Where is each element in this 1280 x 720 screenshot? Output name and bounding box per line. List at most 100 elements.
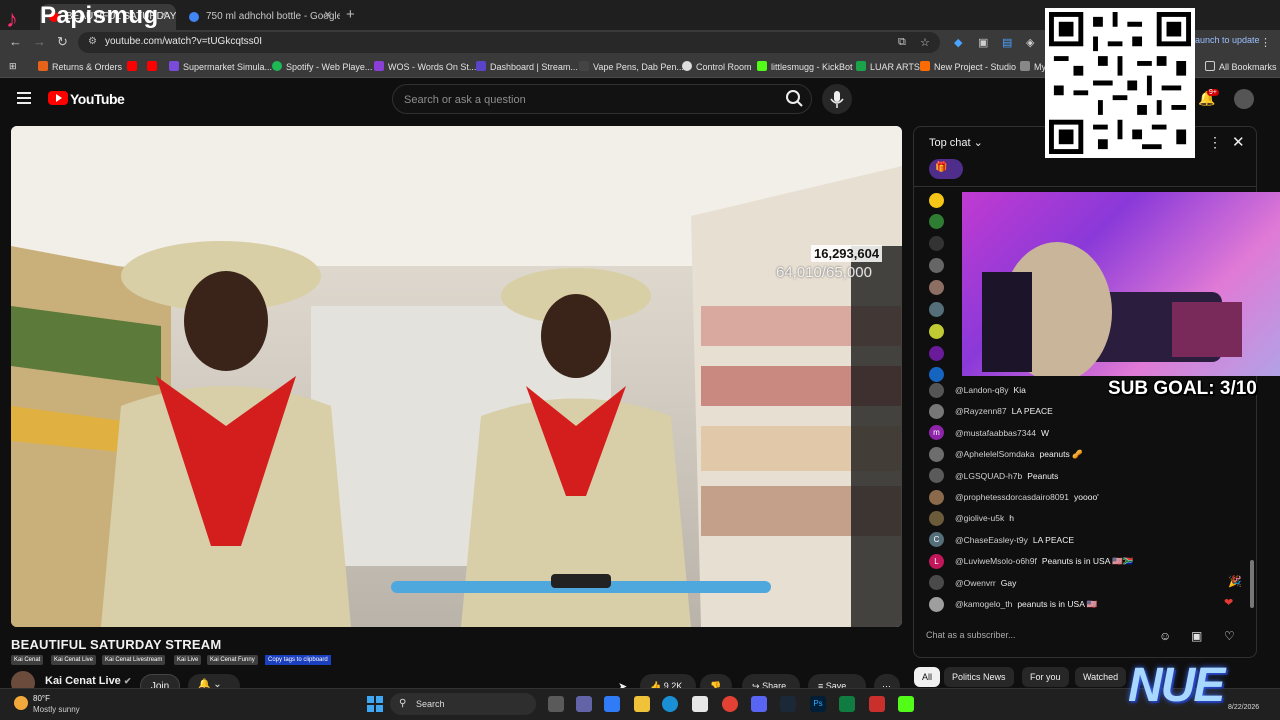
- chat-author-avatar[interactable]: [929, 575, 944, 591]
- file-explorer-icon[interactable]: [634, 696, 650, 712]
- bookmark-returns[interactable]: Returns & Orders: [38, 61, 122, 72]
- video-tag[interactable]: Kai Cenat Live: [51, 655, 97, 665]
- youtube-bookmark-icon[interactable]: [147, 61, 161, 72]
- chat-author-name[interactable]: @Rayzenn87: [955, 406, 1007, 416]
- search-button[interactable]: [781, 86, 809, 112]
- copilot-icon[interactable]: [604, 696, 620, 712]
- chat-author-avatar[interactable]: [929, 382, 944, 398]
- chat-message[interactable]: @kamogelo_th peanuts is in USA 🇺🇸: [929, 594, 1097, 614]
- chat-author-avatar[interactable]: [929, 236, 944, 251]
- teams-icon[interactable]: [576, 696, 592, 712]
- chat-author-name[interactable]: @LuviweMsolo-o6h9f: [955, 556, 1037, 566]
- copy-tags-button[interactable]: Copy tags to clipboard: [265, 655, 331, 665]
- youtube-bookmark-icon[interactable]: [127, 61, 141, 72]
- extension-icon[interactable]: ▤: [1002, 36, 1012, 49]
- video-tag[interactable]: Kai Cenat Funny: [207, 655, 258, 665]
- video-tag[interactable]: Kai Cenat: [11, 655, 44, 665]
- chip-for-you[interactable]: For you: [1022, 667, 1069, 687]
- chat-author-name[interactable]: @LGSQUAD-h7b: [955, 471, 1022, 481]
- chat-message[interactable]: @AphelelelSomdaka peanuts 🥜: [929, 444, 1083, 464]
- chat-author-avatar[interactable]: [929, 403, 944, 419]
- chat-author-avatar[interactable]: [929, 510, 944, 526]
- chat-message[interactable]: @Landon-q8y Kia: [929, 380, 1026, 400]
- chat-author-name[interactable]: @giolive-u5k: [955, 513, 1004, 523]
- account-avatar[interactable]: [1234, 89, 1254, 109]
- super-chat-icon[interactable]: ▣: [1191, 629, 1202, 643]
- chat-input[interactable]: Chat as a subscriber...: [926, 626, 1158, 646]
- chat-author-avatar[interactable]: m: [929, 425, 944, 441]
- chat-author-avatar[interactable]: [929, 324, 944, 339]
- pinned-gift-badge[interactable]: 🎁: [929, 159, 963, 179]
- bookmark-supermarket[interactable]: Supermarket Simula...: [169, 61, 272, 72]
- channel-name[interactable]: Kai Cenat Live ✔: [45, 675, 131, 687]
- bookmark-spotify[interactable]: Spotify - Web Playe...: [272, 61, 372, 72]
- bookmark-control-room[interactable]: Control Room: [682, 61, 752, 72]
- search-input[interactable]: Search or ask a question: [392, 84, 812, 114]
- kick-icon[interactable]: [898, 696, 914, 712]
- chat-author-avatar[interactable]: [929, 302, 944, 317]
- chat-scrollbar[interactable]: [1250, 560, 1254, 608]
- task-view-icon[interactable]: [548, 696, 564, 712]
- chat-author-avatar[interactable]: [929, 258, 944, 273]
- video-tag[interactable]: Kai Cenat Livestream: [102, 655, 166, 665]
- chat-author-avatar[interactable]: [929, 193, 944, 208]
- close-icon[interactable]: ✕: [1232, 133, 1245, 151]
- bookmark-star-icon[interactable]: ☆: [920, 36, 930, 49]
- bookmark-luar-arts[interactable]: LUAR ARTS: [856, 61, 920, 72]
- chat-author-name[interactable]: @AphelelelSomdaka: [955, 449, 1035, 459]
- close-tab-icon[interactable]: ✕: [324, 10, 332, 21]
- chat-message[interactable]: @Rayzenn87 LA PEACE: [929, 401, 1053, 421]
- hamburger-menu-icon[interactable]: [17, 92, 31, 104]
- chat-message[interactable]: @Owenvrr Gay: [929, 573, 1016, 593]
- bookmark-wos[interactable]: WOS - Words On St...: [374, 61, 476, 72]
- chat-message[interactable]: C @ChaseEasley-t9y LA PEACE: [929, 530, 1074, 550]
- video-tag[interactable]: Kai Live: [174, 655, 202, 665]
- extension-icon[interactable]: ▣: [978, 36, 988, 49]
- extension-icon[interactable]: ◈: [1026, 36, 1034, 49]
- chat-more-icon[interactable]: ⋮: [1208, 134, 1222, 151]
- bookmark-my[interactable]: My: [1020, 61, 1046, 72]
- edge-icon[interactable]: [662, 696, 678, 712]
- extension-icon[interactable]: ◆: [954, 36, 962, 49]
- video-player[interactable]: [11, 126, 902, 627]
- weather-temperature[interactable]: 80°F: [33, 694, 50, 703]
- taskbar-search[interactable]: ⚲ Search: [390, 693, 536, 715]
- chat-author-avatar[interactable]: [929, 280, 944, 295]
- chat-author-name[interactable]: @kamogelo_th: [955, 599, 1012, 609]
- sheets-icon[interactable]: [839, 696, 855, 712]
- all-bookmarks-button[interactable]: All Bookmarks: [1205, 61, 1277, 72]
- chat-author-avatar[interactable]: [929, 468, 944, 484]
- chip-politics-news[interactable]: Politics News: [944, 667, 1014, 687]
- chat-message[interactable]: @LGSQUAD-h7b Peanuts: [929, 466, 1058, 486]
- chat-author-avatar[interactable]: [929, 346, 944, 361]
- launch-to-update-button[interactable]: Launch to update: [1190, 35, 1260, 45]
- photoshop-icon[interactable]: Ps: [810, 696, 826, 712]
- bookmark-new-project[interactable]: New Project - Studio: [920, 61, 1016, 72]
- site-info-icon[interactable]: ⚙: [88, 36, 97, 47]
- discord-icon[interactable]: [751, 696, 767, 712]
- cast-icon[interactable]: ⧉: [898, 36, 906, 49]
- apps-icon[interactable]: ⊞: [9, 61, 17, 72]
- chat-mode-dropdown[interactable]: Top chat ⌄: [929, 136, 983, 149]
- store-icon[interactable]: [692, 696, 708, 712]
- chat-author-avatar[interactable]: [929, 446, 944, 462]
- new-tab-button[interactable]: +: [346, 6, 355, 23]
- tab-google[interactable]: 750 ml adhchol bottle - Google ✕: [180, 4, 340, 30]
- emoji-icon[interactable]: ☺: [1159, 629, 1171, 643]
- heart-icon[interactable]: ♡: [1224, 629, 1235, 643]
- youtube-wordmark[interactable]: YouTube: [70, 91, 125, 107]
- chat-author-name[interactable]: @Owenvrr: [955, 578, 996, 588]
- chat-author-avatar[interactable]: L: [929, 553, 944, 569]
- steam-icon[interactable]: [780, 696, 796, 712]
- chat-author-avatar[interactable]: [929, 214, 944, 229]
- chip-watched[interactable]: Watched: [1075, 667, 1127, 687]
- back-icon[interactable]: ←: [9, 34, 22, 49]
- url-field[interactable]: ⚙ youtube.com/watch?v=tUGkcqtss0I: [78, 32, 940, 53]
- chat-author-avatar[interactable]: C: [929, 532, 944, 548]
- close-tab-icon[interactable]: ✕: [160, 10, 168, 21]
- weather-description[interactable]: Mostly sunny: [33, 705, 80, 714]
- browser-menu-icon[interactable]: ⋮: [1260, 36, 1271, 49]
- bookmark-vape[interactable]: Vape Pens, Dab Pen...: [579, 61, 684, 72]
- chat-author-name[interactable]: @ChaseEasley-t9y: [955, 535, 1028, 545]
- chat-message[interactable]: @giolive-u5k h: [929, 508, 1014, 528]
